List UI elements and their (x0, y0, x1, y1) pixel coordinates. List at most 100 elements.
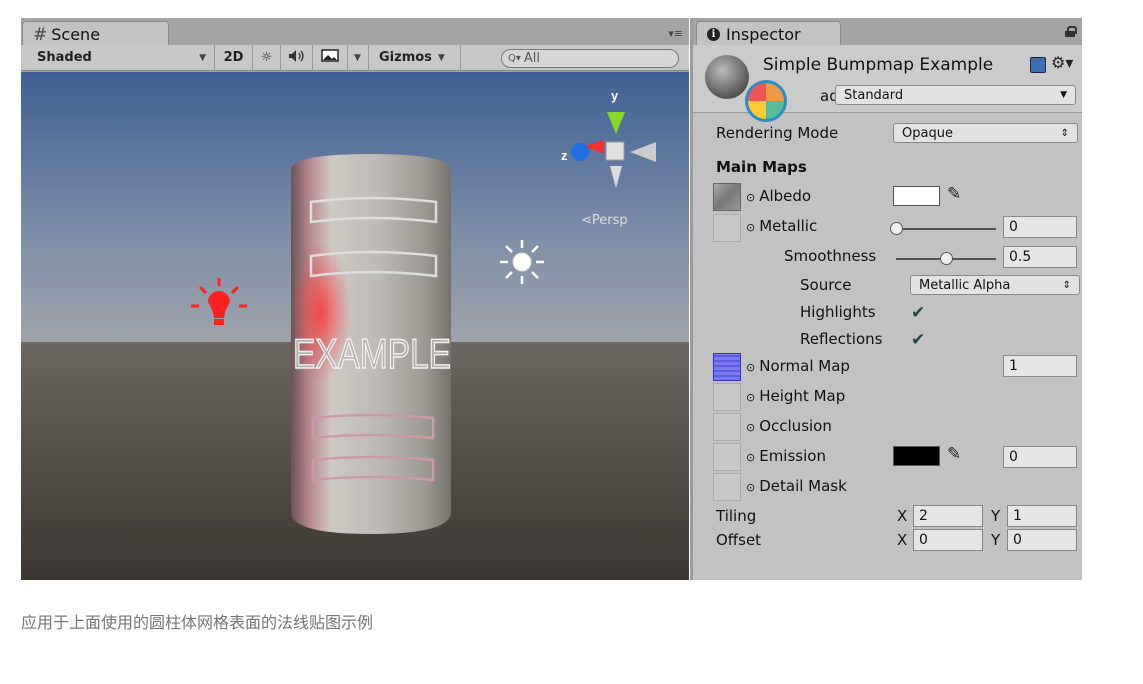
smoothness-value-field[interactable]: 0.5 (1003, 246, 1077, 268)
scene-audio-button[interactable] (281, 44, 313, 71)
dropdown-arrow-icon: ▼ (199, 52, 206, 63)
scene-viewport[interactable]: EXAMPLE y z ⋖Persp (21, 72, 689, 580)
reflections-label: Reflections (800, 330, 883, 348)
metallic-slider-knob[interactable] (890, 222, 903, 235)
projection-label[interactable]: ⋖Persp (581, 213, 628, 228)
shader-value: Standard (844, 87, 904, 103)
shading-mode-label: Shaded (37, 50, 92, 65)
albedo-label: ⊙ Albedo (746, 187, 812, 205)
tab-inspector[interactable]: i Inspector (696, 21, 841, 45)
figure-caption: 应用于上面使用的圆柱体网格表面的法线贴图示例 (21, 613, 374, 632)
effects-dropdown-icon[interactable]: ▼ (347, 44, 361, 71)
scene-grid-icon: # (33, 24, 48, 45)
updown-icon: ⇕ (1062, 279, 1071, 291)
scene-search-input[interactable]: Q▾ All (501, 49, 679, 68)
emission-label: ⊙ Emission (746, 447, 826, 465)
offset-y-field[interactable]: 0 (1007, 529, 1077, 551)
toggle-2d-label: 2D (223, 50, 244, 65)
target-icon[interactable]: ⊙ (746, 361, 755, 374)
target-icon[interactable]: ⊙ (746, 421, 755, 434)
scene-tabbar: # Scene ▾≡ (21, 18, 689, 45)
normal-map-texture-slot[interactable] (713, 353, 741, 381)
target-icon[interactable]: ⊙ (746, 221, 755, 234)
albedo-color-field[interactable] (893, 186, 940, 206)
highlights-checkbox[interactable]: ✔ (911, 305, 929, 322)
gizmos-arrow-icon: ▼ (437, 52, 445, 63)
offset-y-label: Y (991, 531, 1001, 549)
material-header: Simple Bumpmap Example ⚙▾ Shader Standar… (693, 45, 1082, 122)
target-icon[interactable]: ⊙ (746, 391, 755, 404)
search-placeholder: All (523, 51, 541, 66)
eyedropper-icon[interactable]: ✎ (947, 444, 961, 464)
source-label: Source (800, 276, 852, 294)
rendering-mode-value: Opaque (902, 125, 953, 141)
target-icon[interactable]: ⊙ (746, 451, 755, 464)
tiling-label: Tiling (716, 507, 757, 525)
directional-light-icon (500, 240, 544, 284)
updown-icon: ⇕ (1060, 127, 1069, 139)
scene-toolbar: Shaded ▼ 2D ☼ ▼ Gizmos ▼ Q▾ All (21, 44, 689, 71)
target-icon[interactable]: ⊙ (746, 481, 755, 494)
axis-y-label: y (611, 88, 619, 103)
height-map-texture-slot[interactable] (713, 383, 741, 411)
source-value: Metallic Alpha (919, 277, 1011, 293)
highlights-label: Highlights (800, 303, 876, 321)
target-icon[interactable]: ⊙ (746, 191, 755, 204)
image-effects-icon (321, 49, 339, 66)
offset-x-field[interactable]: 0 (913, 529, 983, 551)
occlusion-label: ⊙ Occlusion (746, 417, 832, 435)
panel-menu-icon[interactable]: ▾≡ (668, 27, 683, 40)
metallic-slider-track[interactable] (896, 228, 996, 230)
help-book-icon[interactable] (1030, 57, 1046, 73)
scene-effects-button[interactable]: ▼ (313, 44, 369, 71)
inspector-panel: i Inspector Simple Bumpmap Example ⚙▾ Sh… (690, 18, 1082, 580)
rendering-mode-dropdown[interactable]: Opaque ⇕ (893, 123, 1078, 143)
height-map-label: ⊙ Height Map (746, 387, 846, 405)
gear-icon[interactable]: ⚙▾ (1051, 53, 1073, 72)
metallic-label: ⊙ Metallic (746, 217, 818, 235)
cylinder-text: EXAMPLE (293, 330, 451, 377)
scene-tab-label: Scene (51, 25, 101, 44)
inspector-tabbar: i Inspector (693, 18, 1082, 45)
detail-mask-label: ⊙ Detail Mask (746, 477, 847, 495)
scene-render: EXAMPLE y z (21, 72, 689, 580)
smoothness-slider-knob[interactable] (940, 252, 953, 265)
axis-z-label: z (561, 148, 568, 163)
sun-icon: ☼ (260, 50, 273, 65)
search-icon: Q▾ (508, 53, 521, 64)
toggle-2d-button[interactable]: 2D (215, 44, 253, 71)
albedo-texture-slot[interactable] (713, 183, 741, 211)
main-maps-heading: Main Maps (716, 158, 807, 176)
offset-x-label: X (897, 531, 908, 549)
emission-color-field[interactable] (893, 446, 940, 466)
eyedropper-icon[interactable]: ✎ (947, 184, 961, 204)
occlusion-texture-slot[interactable] (713, 413, 741, 441)
emission-texture-slot[interactable] (713, 443, 741, 471)
cylinder-object: EXAMPLE (291, 154, 452, 534)
emission-value-field[interactable]: 0 (1003, 446, 1077, 468)
chevron-down-icon: ▼ (1060, 90, 1067, 100)
shading-mode-dropdown[interactable]: Shaded ▼ (21, 44, 215, 71)
tiling-y-field[interactable]: 1 (1007, 505, 1077, 527)
source-dropdown[interactable]: Metallic Alpha ⇕ (910, 275, 1080, 295)
shader-dropdown[interactable]: Standard ▼ (835, 85, 1076, 105)
scene-panel: # Scene ▾≡ Shaded ▼ 2D ☼ ▼ Gizmos ▼ Q▾ A… (21, 18, 689, 580)
reflections-checkbox[interactable]: ✔ (911, 332, 929, 349)
info-icon: i (707, 28, 720, 41)
normal-map-scale-field[interactable]: 1 (1003, 355, 1077, 377)
scene-lighting-button[interactable]: ☼ (253, 44, 281, 71)
material-preview-icon (705, 55, 749, 99)
tiling-x-field[interactable]: 2 (913, 505, 983, 527)
gizmos-dropdown[interactable]: Gizmos ▼ (369, 44, 461, 71)
rendering-mode-label: Rendering Mode (716, 124, 839, 142)
lock-icon[interactable] (1065, 26, 1077, 37)
tiling-x-label: X (897, 507, 908, 525)
inspector-tab-label: Inspector (726, 25, 801, 44)
material-badge-icon (745, 80, 787, 122)
tab-scene[interactable]: # Scene (22, 21, 169, 45)
metallic-value-field[interactable]: 0 (1003, 216, 1077, 238)
offset-label: Offset (716, 531, 762, 549)
detail-mask-texture-slot[interactable] (713, 473, 741, 501)
tiling-y-label: Y (991, 507, 1001, 525)
metallic-texture-slot[interactable] (713, 214, 741, 242)
